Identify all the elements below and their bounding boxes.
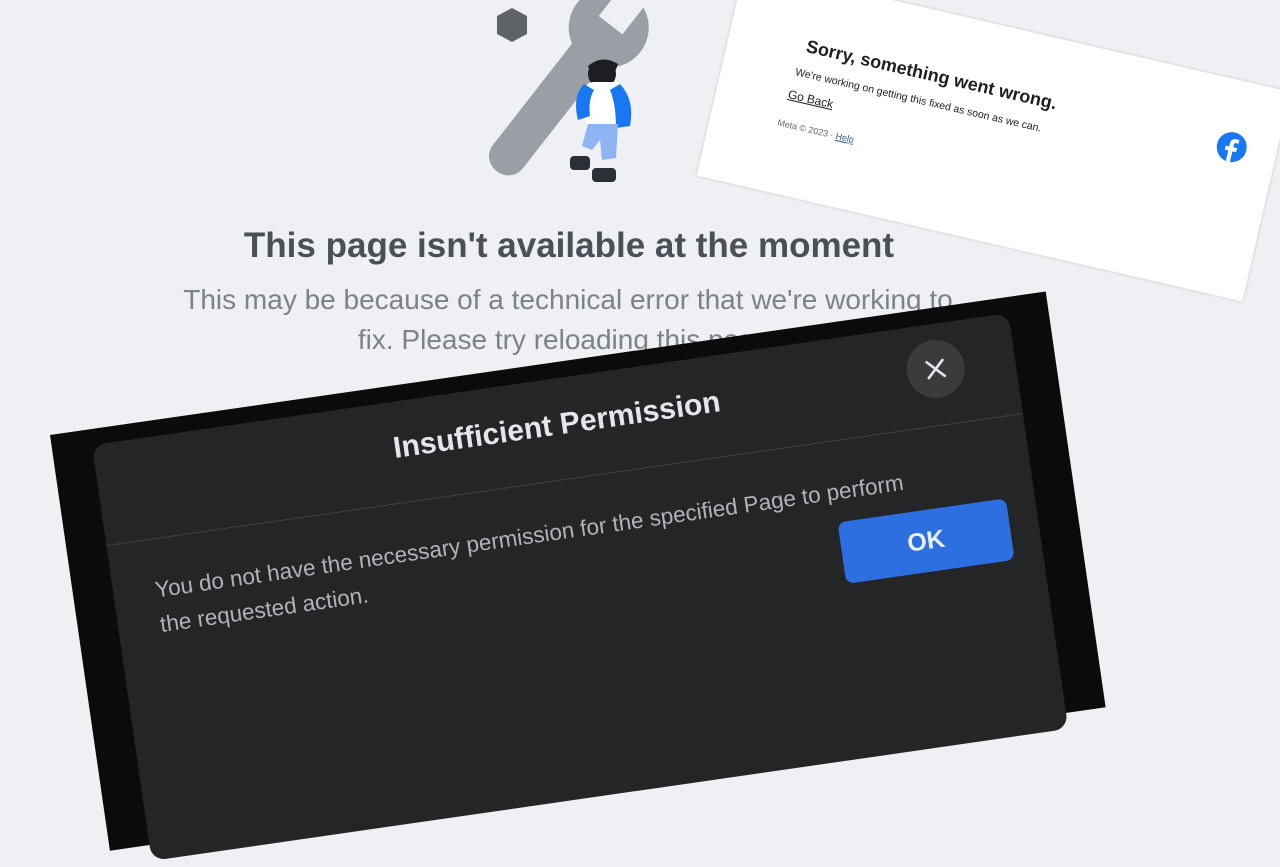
close-icon (925, 358, 947, 380)
dialog-message: You do not have the necessary permission… (153, 469, 906, 638)
help-link[interactable]: Help (835, 131, 855, 145)
facebook-logo-icon (1216, 132, 1247, 163)
wrench-worker-illustration (488, 0, 651, 182)
go-back-link[interactable]: Go Back (787, 87, 835, 111)
error-card-footer: Meta © 2023 · Help (777, 117, 855, 144)
close-button[interactable] (902, 336, 969, 402)
permission-dialog: Insufficient Permission You do not have … (91, 313, 1069, 861)
footer-copyright: Meta © 2023 · (776, 117, 837, 141)
dialog-screenshot: Insufficient Permission You do not have … (50, 291, 1106, 861)
